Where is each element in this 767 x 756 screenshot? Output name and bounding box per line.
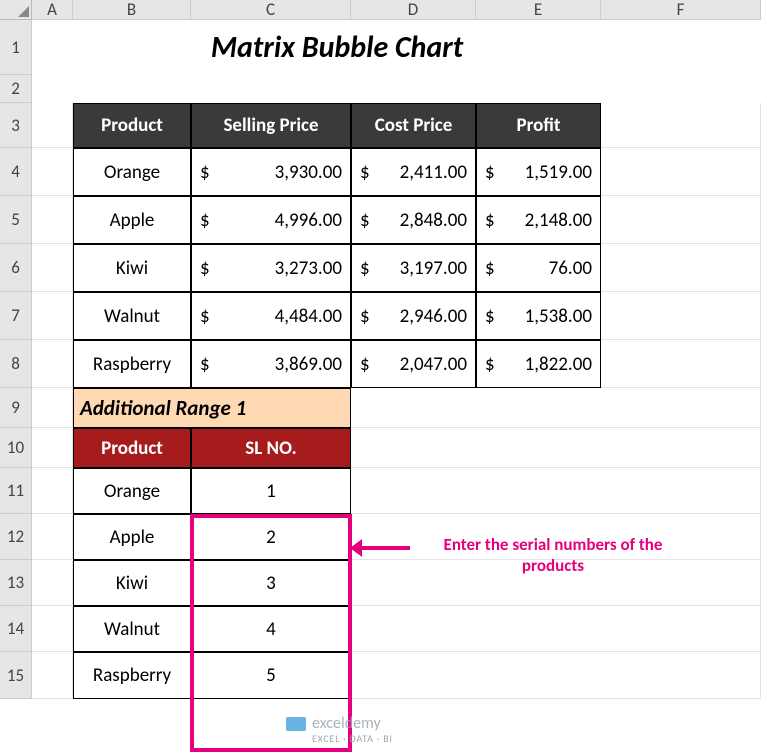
cell-C14[interactable]: 4	[191, 606, 351, 652]
cell-C15[interactable]: 5	[191, 652, 351, 699]
currency-symbol: $	[360, 161, 370, 184]
row-header-4[interactable]: 4	[0, 148, 32, 196]
currency-symbol: $	[485, 161, 495, 184]
row-header-13[interactable]: 13	[0, 560, 32, 606]
cell-E7[interactable]: $1,538.00	[476, 292, 601, 340]
cell-C7[interactable]: $4,484.00	[191, 292, 351, 340]
cell-B12[interactable]: Apple	[73, 514, 191, 560]
select-all-corner[interactable]	[0, 0, 32, 20]
row-header-6[interactable]: 6	[0, 244, 32, 292]
th-cost[interactable]: Cost Price	[351, 103, 476, 148]
value: 1,822.00	[495, 353, 592, 376]
currency-symbol: $	[200, 353, 210, 376]
col-header-E[interactable]: E	[476, 0, 601, 20]
value: 2,148.00	[495, 209, 592, 232]
watermark-brand: exceldemy	[312, 714, 381, 733]
cell-D7[interactable]: $2,946.00	[351, 292, 476, 340]
currency-symbol: $	[360, 305, 370, 328]
value: 4,484.00	[210, 305, 342, 328]
annotation-text: Enter the serial numbers of the products	[414, 534, 692, 577]
row-header-1[interactable]: 1	[0, 20, 32, 75]
row-header-9[interactable]: 9	[0, 388, 32, 428]
cell-D5[interactable]: $2,848.00	[351, 196, 476, 244]
cell-B8[interactable]: Raspberry	[73, 340, 191, 388]
row-header-12[interactable]: 12	[0, 514, 32, 560]
value: 2,047.00	[370, 353, 467, 376]
currency-symbol: $	[360, 353, 370, 376]
col-header-F[interactable]: F	[601, 0, 761, 20]
currency-symbol: $	[200, 305, 210, 328]
cell-C8[interactable]: $3,869.00	[191, 340, 351, 388]
th-product[interactable]: Product	[73, 103, 191, 148]
cell-B13[interactable]: Kiwi	[73, 560, 191, 606]
cell-E6[interactable]: $76.00	[476, 244, 601, 292]
currency-symbol: $	[200, 257, 210, 280]
bar-chart-icon	[286, 717, 306, 731]
th2-product[interactable]: Product	[73, 428, 191, 468]
row-header-10[interactable]: 10	[0, 428, 32, 468]
cell-C6[interactable]: $3,273.00	[191, 244, 351, 292]
cell-C12[interactable]: 2	[191, 514, 351, 560]
value: 3,197.00	[370, 257, 467, 280]
row-header-7[interactable]: 7	[0, 292, 32, 340]
value: 3,930.00	[210, 161, 342, 184]
value: 2,411.00	[370, 161, 467, 184]
th2-sl[interactable]: SL NO.	[191, 428, 351, 468]
cell-E5[interactable]: $2,148.00	[476, 196, 601, 244]
cell-B7[interactable]: Walnut	[73, 292, 191, 340]
col-header-A[interactable]: A	[32, 0, 73, 20]
th-selling[interactable]: Selling Price	[191, 103, 351, 148]
value: 2,848.00	[370, 209, 467, 232]
value: 1,519.00	[495, 161, 592, 184]
arrow-icon	[362, 546, 410, 550]
value: 3,869.00	[210, 353, 342, 376]
currency-symbol: $	[485, 209, 495, 232]
watermark-tagline: EXCEL · DATA · BI	[312, 732, 393, 745]
value: 4,996.00	[210, 209, 342, 232]
cell-B14[interactable]: Walnut	[73, 606, 191, 652]
currency-symbol: $	[200, 209, 210, 232]
value: 76.00	[495, 257, 592, 280]
cell-B15[interactable]: Raspberry	[73, 652, 191, 699]
cell-E8[interactable]: $1,822.00	[476, 340, 601, 388]
row-header-2[interactable]: 2	[0, 75, 32, 103]
row-header-5[interactable]: 5	[0, 196, 32, 244]
cell-B5[interactable]: Apple	[73, 196, 191, 244]
row-header-11[interactable]: 11	[0, 468, 32, 514]
cell-B6[interactable]: Kiwi	[73, 244, 191, 292]
value: 3,273.00	[210, 257, 342, 280]
currency-symbol: $	[360, 257, 370, 280]
currency-symbol: $	[360, 209, 370, 232]
cell-C5[interactable]: $4,996.00	[191, 196, 351, 244]
th-profit[interactable]: Profit	[476, 103, 601, 148]
col-header-B[interactable]: B	[73, 0, 191, 20]
cell-C4[interactable]: $3,930.00	[191, 148, 351, 196]
row-header-14[interactable]: 14	[0, 606, 32, 652]
cell-D6[interactable]: $3,197.00	[351, 244, 476, 292]
watermark: exceldemy	[286, 714, 381, 733]
cell-D4[interactable]: $2,411.00	[351, 148, 476, 196]
row-header-15[interactable]: 15	[0, 652, 32, 699]
currency-symbol: $	[485, 305, 495, 328]
row-header-8[interactable]: 8	[0, 340, 32, 388]
cell-C13[interactable]: 3	[191, 560, 351, 606]
currency-symbol: $	[200, 161, 210, 184]
currency-symbol: $	[485, 257, 495, 280]
value: 1,538.00	[495, 305, 592, 328]
subtitle[interactable]: Additional Range 1	[73, 388, 351, 428]
cell-E4[interactable]: $1,519.00	[476, 148, 601, 196]
cell-C11[interactable]: 1	[191, 468, 351, 514]
cell-D8[interactable]: $2,047.00	[351, 340, 476, 388]
cell-B4[interactable]: Orange	[73, 148, 191, 196]
spreadsheet: A B C D E F 1 Matrix Bubble Chart 2 3 Pr…	[0, 0, 767, 699]
value: 2,946.00	[370, 305, 467, 328]
page-title: Matrix Bubble Chart	[73, 20, 601, 75]
currency-symbol: $	[485, 353, 495, 376]
cell-B11[interactable]: Orange	[73, 468, 191, 514]
col-header-C[interactable]: C	[191, 0, 351, 20]
row-header-3[interactable]: 3	[0, 103, 32, 148]
col-header-D[interactable]: D	[351, 0, 476, 20]
